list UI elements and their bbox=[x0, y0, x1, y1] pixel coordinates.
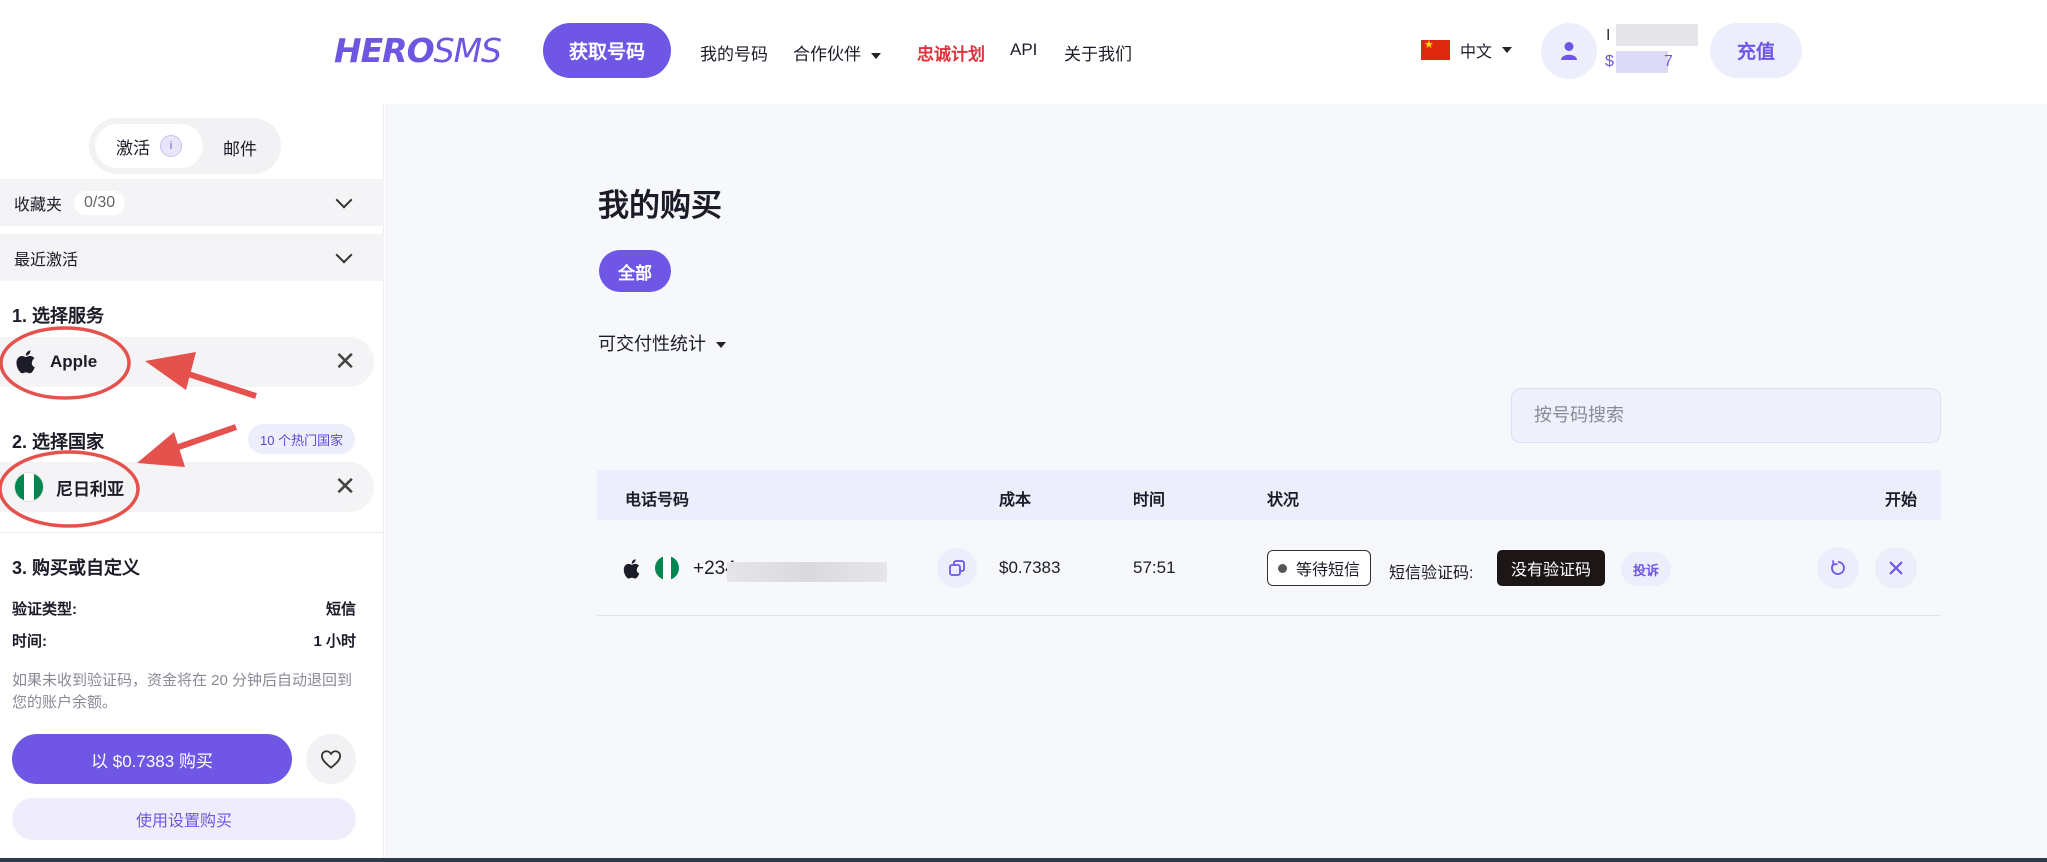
nav-loyalty[interactable]: 忠诚计划 bbox=[917, 40, 985, 65]
chevron-down-icon bbox=[335, 246, 353, 264]
tab-activate[interactable]: 激活 i bbox=[95, 124, 203, 168]
step3-title: 3. 购买或自定义 bbox=[12, 558, 141, 578]
row-time: 57:51 bbox=[1133, 558, 1176, 577]
tab-mail[interactable]: 邮件 bbox=[223, 135, 257, 160]
close-icon bbox=[1889, 561, 1903, 575]
redacted-phone bbox=[727, 562, 887, 582]
nav-partners[interactable]: 合作伙伴 bbox=[793, 40, 881, 65]
complain-button[interactable]: 投诉 bbox=[1621, 552, 1672, 586]
order-sidebar: 激活 i 邮件 收藏夹 0/30 最近激活 1. 选择服务 Apple ✕ 2.… bbox=[0, 104, 384, 862]
apple-icon bbox=[623, 559, 640, 579]
chevron-down-icon bbox=[335, 191, 353, 209]
status-text: 等待短信 bbox=[1296, 562, 1361, 579]
verify-type-value: 短信 bbox=[325, 601, 356, 618]
selected-country[interactable]: 尼日利亚 ✕ bbox=[0, 462, 374, 512]
china-flag-icon bbox=[1421, 40, 1450, 60]
filter-all-chip[interactable]: 全部 bbox=[599, 250, 671, 292]
main-content: 我的购买 全部 可交付性统计 电话号码 成本 时间 状况 开始 +234 $0.… bbox=[385, 104, 2047, 862]
selected-service[interactable]: Apple ✕ bbox=[0, 337, 374, 387]
redacted-balance bbox=[1616, 51, 1668, 73]
deliverability-stats-dropdown[interactable]: 可交付性统计 bbox=[598, 330, 726, 356]
verify-type-row: 验证类型: 短信 bbox=[12, 598, 356, 619]
get-number-button[interactable]: 获取号码 bbox=[543, 23, 671, 78]
chevron-down-icon bbox=[1502, 47, 1513, 53]
divider bbox=[0, 532, 384, 533]
user-balance-tail: 7 bbox=[1664, 53, 1673, 70]
stats-label: 可交付性统计 bbox=[598, 334, 706, 354]
apple-icon bbox=[16, 350, 35, 374]
refresh-icon bbox=[1831, 560, 1845, 575]
table-row: +234 $0.7383 57:51 等待短信 短信验证码: 没有验证码 投诉 bbox=[597, 520, 1941, 616]
cancel-button[interactable] bbox=[1875, 547, 1917, 589]
avatar[interactable] bbox=[1541, 23, 1597, 79]
herosms-logo[interactable]: HERO SMS bbox=[334, 30, 502, 70]
user-balance: $ bbox=[1605, 53, 1614, 70]
number-search-input[interactable] bbox=[1511, 388, 1941, 443]
chevron-down-icon bbox=[871, 52, 881, 59]
heart-icon bbox=[320, 750, 342, 769]
user-icon bbox=[1561, 42, 1577, 60]
status-badge: 等待短信 bbox=[1267, 550, 1372, 586]
col-cost: 成本 bbox=[999, 492, 1032, 509]
window-bottom-edge bbox=[0, 858, 2047, 862]
user-name: I bbox=[1606, 27, 1611, 44]
time-label: 时间: bbox=[12, 633, 47, 650]
redacted-user-name bbox=[1616, 24, 1698, 46]
nav-about[interactable]: 关于我们 bbox=[1064, 40, 1132, 65]
nigeria-flag-icon bbox=[14, 472, 44, 502]
step2-title: 2. 选择国家 bbox=[12, 432, 105, 452]
copy-number-button[interactable] bbox=[937, 548, 977, 588]
buy-button[interactable]: 以 $0.7383 购买 bbox=[12, 734, 292, 784]
tab-activate-label: 激活 bbox=[116, 138, 150, 158]
row-cost: $0.7383 bbox=[999, 558, 1061, 577]
refund-note: 如果未收到验证码，资金将在 20 分钟后自动退回到您的账户余额。 bbox=[12, 672, 353, 711]
mode-toggle: 激活 i 邮件 bbox=[89, 118, 281, 174]
nav-my-numbers[interactable]: 我的号码 bbox=[700, 40, 768, 65]
logo-sms-text: SMS bbox=[433, 30, 502, 70]
favorite-button[interactable] bbox=[306, 734, 356, 784]
nav-api[interactable]: API bbox=[1010, 40, 1037, 60]
col-start: 开始 bbox=[1885, 492, 1918, 509]
favorites-accordion[interactable]: 收藏夹 0/30 bbox=[0, 179, 384, 226]
table-header: 电话号码 成本 时间 状况 开始 bbox=[597, 470, 1941, 520]
info-icon[interactable]: i bbox=[160, 135, 182, 157]
status-dot-icon bbox=[1278, 563, 1287, 573]
col-time: 时间 bbox=[1133, 492, 1166, 509]
page-title: 我的购买 bbox=[598, 188, 722, 223]
col-phone: 电话号码 bbox=[625, 492, 690, 509]
recent-label: 最近激活 bbox=[14, 251, 79, 269]
chevron-down-icon bbox=[716, 342, 726, 349]
clear-service-icon[interactable]: ✕ bbox=[334, 348, 356, 374]
col-status: 状况 bbox=[1267, 492, 1300, 509]
nav-partners-label: 合作伙伴 bbox=[793, 45, 861, 64]
retry-button[interactable] bbox=[1817, 547, 1859, 589]
nigeria-flag-icon bbox=[655, 556, 679, 580]
language-label: 中文 bbox=[1460, 44, 1493, 61]
top-header: HEROSMS 获取号码 我的号码 合作伙伴 忠诚计划 API 关于我们 中文 … bbox=[0, 0, 2047, 104]
time-row: 时间: 1 小时 bbox=[12, 630, 356, 651]
service-name: Apple bbox=[50, 352, 98, 371]
topup-button[interactable]: 充值 bbox=[1710, 23, 1802, 78]
hot-countries-badge[interactable]: 10 个热门国家 bbox=[248, 424, 356, 454]
favorites-label: 收藏夹 bbox=[14, 196, 63, 214]
clear-country-icon[interactable]: ✕ bbox=[334, 473, 356, 499]
favorites-count: 0/30 bbox=[74, 190, 126, 215]
country-name: 尼日利亚 bbox=[56, 479, 124, 499]
language-selector[interactable]: 中文 bbox=[1421, 38, 1513, 62]
recent-activations-accordion[interactable]: 最近激活 bbox=[0, 234, 384, 281]
sms-code-label: 短信验证码: bbox=[1389, 565, 1474, 582]
no-code-badge: 没有验证码 bbox=[1497, 550, 1606, 586]
copy-icon bbox=[949, 560, 965, 576]
logo-hero-text: HERO bbox=[334, 30, 435, 70]
step1-title: 1. 选择服务 bbox=[12, 306, 105, 326]
verify-type-label: 验证类型: bbox=[12, 601, 77, 618]
time-value: 1 小时 bbox=[313, 633, 356, 650]
buy-with-settings-button[interactable]: 使用设置购买 bbox=[12, 798, 356, 840]
